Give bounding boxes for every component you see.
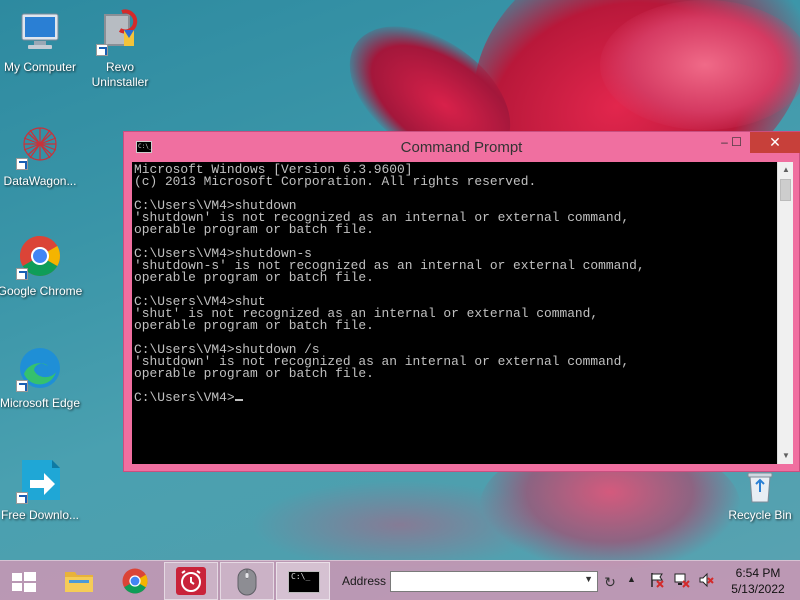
address-input[interactable]: ▼ [390,571,598,592]
start-button[interactable] [0,562,48,600]
shortcut-arrow-icon [16,158,28,170]
desktop-icon-label: DataWagon... [3,174,77,188]
windows-logo-icon [12,572,36,592]
desktop-icon-datawagon[interactable]: DataWagon... [0,122,83,189]
cmd-icon: C:\_ [288,571,320,593]
file-explorer-icon [65,572,93,592]
desktop-icon-revo-uninstaller[interactable]: Revo Uninstaller [77,8,163,90]
console-line: operable program or batch file. [134,270,374,285]
volume-muted-icon[interactable] [697,572,715,590]
free-download-icon [16,456,64,504]
clock-time[interactable]: 6:54 PM [734,566,782,580]
desktop-icon-recycle-bin[interactable]: Recycle Bin [717,468,800,523]
window-title: Command Prompt [400,139,523,156]
console-line: operable program or batch file. [134,318,374,333]
vertical-scrollbar[interactable]: ▲ ▼ [777,162,793,464]
edge-icon [16,344,64,392]
show-hidden-icons-button[interactable]: ▲ [627,574,636,584]
network-icon[interactable] [673,572,691,590]
desktop-icon-label: My Computer [3,60,77,74]
console-output[interactable]: Microsoft Windows [Version 6.3.9600] (c)… [132,162,777,464]
maximize-button[interactable]: ☐ [723,132,750,153]
taskbar-file-explorer[interactable] [52,562,106,600]
scroll-down-arrow-icon[interactable]: ▼ [778,448,794,464]
chrome-icon [16,232,64,280]
taskbar-alarm-app[interactable] [164,562,218,600]
refresh-icon[interactable]: ↻ [600,572,620,592]
datawagon-icon [16,122,64,170]
wallpaper-petal [250,480,550,570]
taskbar-chrome[interactable] [108,562,162,600]
desktop-icon-microsoft-edge[interactable]: Microsoft Edge [0,344,83,411]
shortcut-arrow-icon [16,380,28,392]
scrollbar-thumb[interactable] [780,179,791,201]
close-button[interactable]: ✕ [750,132,800,153]
desktop-icon-google-chrome[interactable]: Google Chrome [0,232,83,299]
console-prompt-line[interactable]: C:\Users\VM4> [134,390,775,405]
console-line: operable program or batch file. [134,222,374,237]
desktop-icon-label: Free Downlo... [0,508,80,522]
console-line: (c) 2013 Microsoft Corporation. All righ… [134,174,537,189]
command-prompt-window[interactable]: C:\_ Command Prompt – ☐ ✕ Microsoft Wind… [123,131,800,472]
desktop-icon-label: Recycle Bin [728,508,792,522]
shortcut-arrow-icon [16,492,28,504]
revo-uninstaller-icon [96,8,144,56]
scroll-up-arrow-icon[interactable]: ▲ [778,162,794,178]
my-computer-icon [16,8,64,56]
desktop-icon-free-download[interactable]: Free Downlo... [0,456,83,523]
text-cursor [234,399,243,401]
chrome-icon [122,568,148,594]
shortcut-arrow-icon [16,268,28,280]
wallpaper-petal [600,0,800,130]
taskbar: C:\_ Address ▼ ↻ ▲ 6:54 PM 5/13/2022 [0,560,800,600]
taskbar-mouse-app[interactable] [220,562,274,600]
console-line: operable program or batch file. [134,366,374,381]
clock-date[interactable]: 5/13/2022 [729,582,787,596]
desktop-icon-label: Revo Uninstaller [91,60,149,89]
recycle-bin-icon [742,468,778,504]
taskbar-command-prompt[interactable]: C:\_ [276,562,330,600]
alarm-clock-icon [176,567,206,595]
console-prompt: C:\Users\VM4> [134,390,235,405]
mouse-icon [237,568,257,596]
window-titlebar[interactable]: C:\_ Command Prompt – ☐ ✕ [124,132,800,162]
address-label: Address [342,574,387,588]
desktop-icon-label: Microsoft Edge [0,396,81,410]
desktop-icon-label: Google Chrome [0,284,83,298]
chevron-down-icon[interactable]: ▼ [584,574,593,584]
action-center-flag-icon[interactable] [648,572,666,590]
shortcut-arrow-icon [96,44,108,56]
desktop-icon-my-computer[interactable]: My Computer [0,8,83,75]
